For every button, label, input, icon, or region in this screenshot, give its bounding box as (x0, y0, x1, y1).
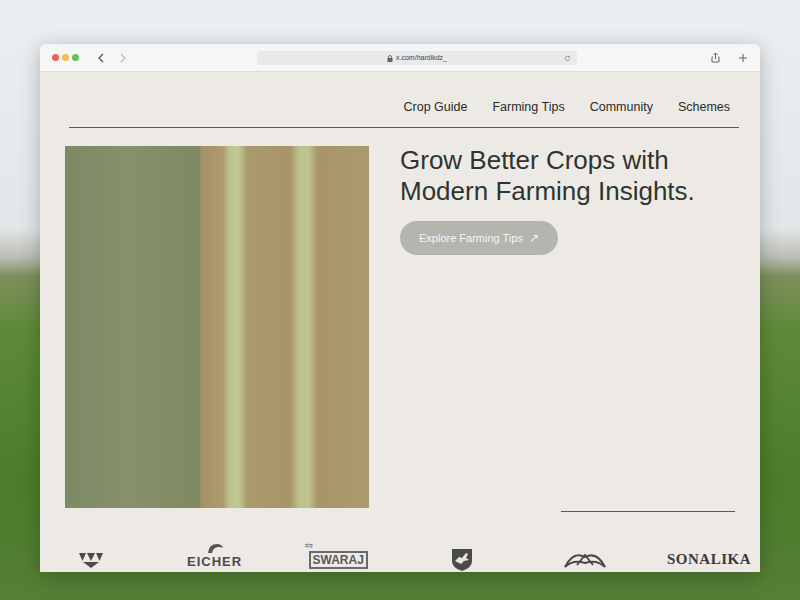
hero-content: Grow Better Crops with Modern Farming In… (369, 146, 735, 509)
window-controls (52, 54, 79, 61)
reload-icon[interactable] (564, 55, 571, 62)
page: Crop Guide Farming Tips Community Schemes G… (40, 72, 760, 572)
close-button[interactable] (52, 54, 59, 61)
minimize-button[interactable] (62, 54, 69, 61)
browser-window: x.com/hardikdz_ Crop Guide Farming Tips Co… (40, 44, 760, 572)
nav-link[interactable]: Crop Guide (403, 99, 467, 115)
brand-logo (46, 542, 136, 572)
nav-link[interactable]: Community (590, 99, 653, 115)
share-icon[interactable] (711, 52, 720, 63)
brand-logo (540, 542, 630, 572)
zoom-button[interactable] (72, 54, 79, 61)
mahindra-logo-icon (563, 546, 607, 572)
john-deere-logo-icon (449, 546, 475, 572)
hero: Grow Better Crops with Modern Farming In… (40, 128, 760, 509)
forward-icon[interactable] (119, 53, 127, 63)
back-icon[interactable] (97, 53, 105, 63)
brand-logo: मेराSWARAJ (293, 542, 383, 569)
hero-heading: Grow Better Crops with Modern Farming In… (400, 145, 730, 207)
eicher-swoosh-icon (205, 542, 225, 554)
hero-photo (65, 146, 369, 508)
brand-name: EICHER (187, 554, 242, 570)
massey-ferguson-logo-icon (78, 546, 104, 572)
url-text: x.com/hardikdz_ (396, 53, 447, 63)
new-tab-icon[interactable] (738, 53, 748, 63)
explore-button[interactable]: Explore Farming Tips ↗ (400, 221, 558, 255)
desktop-background: x.com/hardikdz_ Crop Guide Farming Tips Co… (0, 0, 800, 600)
nav-link[interactable]: Farming Tips (492, 99, 564, 115)
address-bar[interactable]: x.com/hardikdz_ (257, 51, 577, 65)
nav-link[interactable]: Schemes (678, 99, 730, 115)
main-nav: Crop Guide Farming Tips Community Schemes (69, 72, 739, 127)
brand-name: SWARAJ (309, 551, 368, 569)
header: Crop Guide Farming Tips Community Schemes (40, 72, 760, 128)
brand-logo: EICHER (170, 542, 260, 570)
hero-divider (561, 511, 735, 512)
brand-strip: EICHER मेराSWARAJ SONALIKA (40, 509, 760, 572)
brand-name: SONALIKA (667, 550, 751, 568)
header-divider (69, 127, 739, 128)
brand-logo (417, 542, 507, 572)
explore-button-label: Explore Farming Tips (419, 230, 523, 247)
arrow-icon: ↗ (529, 229, 539, 247)
browser-toolbar: x.com/hardikdz_ (40, 44, 760, 72)
brand-tagline: मेरा (305, 542, 313, 550)
lock-icon (387, 55, 393, 62)
brand-logo: SONALIKA (664, 542, 754, 568)
